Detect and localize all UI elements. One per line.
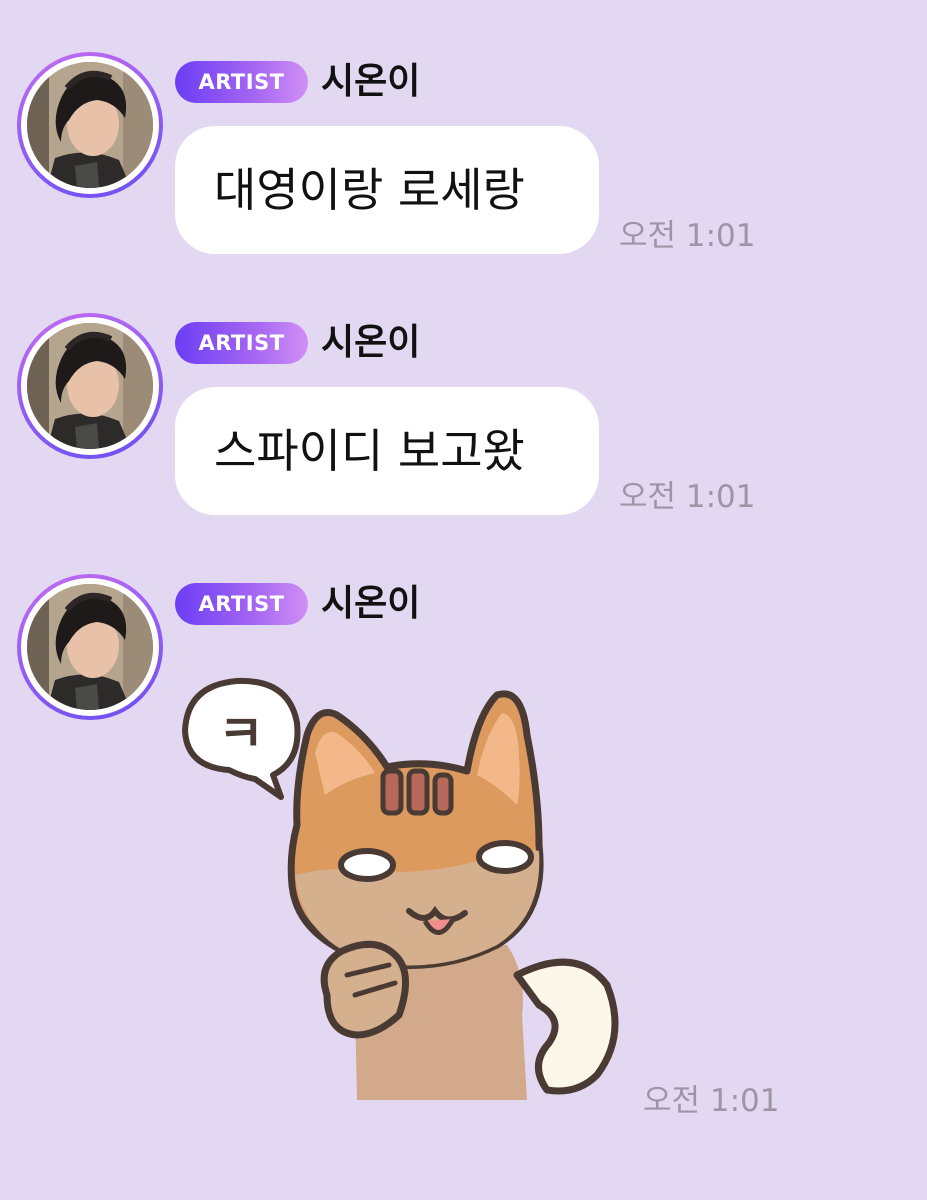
message-bubble[interactable]: 대영이랑 로세랑 [175, 126, 599, 254]
sender-name[interactable]: 시온이 [321, 52, 420, 112]
sender-name[interactable]: 시온이 [321, 574, 420, 634]
message-group-3: ARTIST 시온이 [0, 574, 927, 720]
message-time: 오전 1:01 [643, 1083, 780, 1119]
message-group-1: ARTIST 시온이 대영이랑 로세랑 오전 1:01 [0, 52, 927, 262]
avatar-photo [27, 323, 153, 449]
message-time: 오전 1:01 [619, 218, 756, 254]
speech-bubble-text: ㅋ [218, 705, 264, 763]
speech-bubble-icon: ㅋ [182, 677, 301, 800]
avatar[interactable] [17, 574, 163, 720]
avatar[interactable] [17, 52, 163, 198]
artist-badge: ARTIST [175, 61, 308, 103]
avatar-photo [27, 62, 153, 188]
artist-badge: ARTIST [175, 322, 308, 364]
message-group-2: ARTIST 시온이 스파이디 보고왔 오전 1:01 [0, 313, 927, 523]
laughing-fox-cat-sticker-icon[interactable]: ㅋ [177, 675, 627, 1100]
sender-name[interactable]: 시온이 [321, 313, 420, 373]
message-bubble[interactable]: 스파이디 보고왔 [175, 387, 599, 515]
message-time: 오전 1:01 [619, 479, 756, 515]
artist-badge: ARTIST [175, 583, 308, 625]
avatar[interactable] [17, 313, 163, 459]
avatar-photo [27, 584, 153, 710]
